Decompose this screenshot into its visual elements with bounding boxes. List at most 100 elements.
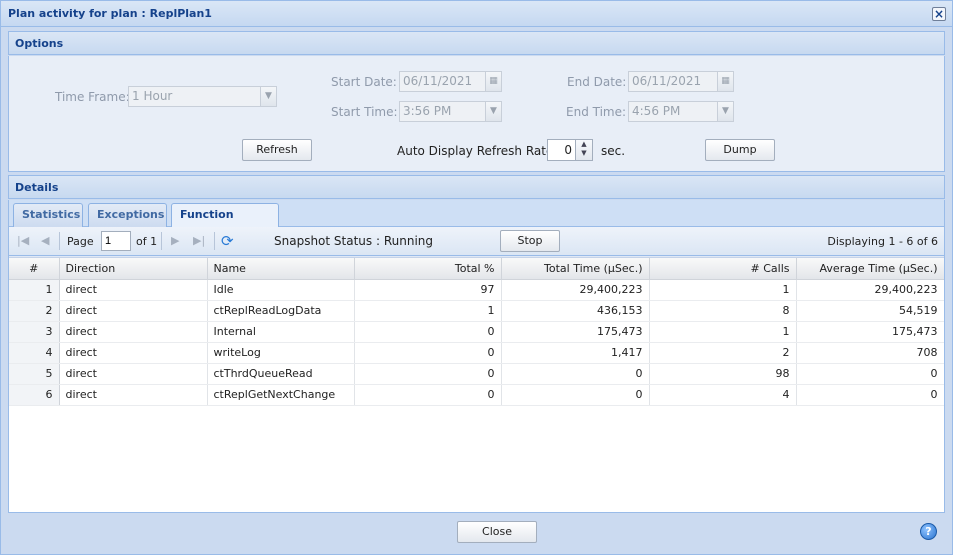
row-number: 1 xyxy=(9,279,60,301)
chevron-down-icon[interactable]: ▼ xyxy=(260,86,277,107)
cell-average-time: 0 xyxy=(796,363,944,385)
cell-total-time: 175,473 xyxy=(501,321,650,343)
cell-calls: 1 xyxy=(649,279,797,301)
col-header-index[interactable]: # xyxy=(9,258,60,280)
col-header-total-pct[interactable]: Total % xyxy=(354,258,502,280)
table-row[interactable]: 2 direct ctReplReadLogData 1 436,153 8 5… xyxy=(9,300,944,322)
last-page-icon[interactable]: ▶| xyxy=(193,234,205,247)
start-date-value: 06/11/2021 xyxy=(403,74,473,88)
spinner-arrows-icon[interactable]: ▲ ▼ xyxy=(575,140,592,160)
col-header-average-time[interactable]: Average Time (µSec.) xyxy=(796,258,944,280)
table-row[interactable]: 1 direct Idle 97 29,400,223 1 29,400,223 xyxy=(9,279,944,301)
snapshot-status: Snapshot Status : Running xyxy=(274,234,433,248)
col-header-name[interactable]: Name xyxy=(207,258,355,280)
cell-calls: 4 xyxy=(649,384,797,406)
next-page-icon[interactable]: ▶ xyxy=(171,234,179,247)
grid-header-row: # Direction Name Total % Total Time (µSe… xyxy=(9,258,944,280)
window-title: Plan activity for plan : ReplPlan1 xyxy=(8,7,212,20)
page-count: of 1 xyxy=(136,235,158,248)
start-time-select[interactable]: 3:56 PM ▼ xyxy=(399,101,502,122)
cell-total-pct: 0 xyxy=(354,384,502,406)
row-number: 6 xyxy=(9,384,60,406)
cell-total-pct: 97 xyxy=(354,279,502,301)
cell-calls: 1 xyxy=(649,321,797,343)
cell-direction: direct xyxy=(59,300,208,322)
cell-average-time: 29,400,223 xyxy=(796,279,944,301)
auto-refresh-spinner[interactable]: 0 ▲ ▼ xyxy=(547,139,593,161)
cell-average-time: 0 xyxy=(796,384,944,406)
cell-total-time: 0 xyxy=(501,363,650,385)
cell-total-time: 1,417 xyxy=(501,342,650,364)
end-date-value: 06/11/2021 xyxy=(632,74,702,88)
options-panel: Time Frame: 1 Hour ▼ Start Date: 06/11/2… xyxy=(8,56,945,172)
options-panel-header[interactable]: Options xyxy=(8,31,945,55)
plan-activity-window: Plan activity for plan : ReplPlan1 × Opt… xyxy=(0,0,953,555)
start-date-field[interactable]: 06/11/2021 ▦ xyxy=(399,71,502,92)
col-header-total-time[interactable]: Total Time (µSec.) xyxy=(501,258,650,280)
refresh-button[interactable]: Refresh xyxy=(242,139,312,161)
row-number: 4 xyxy=(9,342,60,364)
toolbar-separator xyxy=(214,232,215,250)
table-row[interactable]: 6 direct ctReplGetNextChange 0 0 4 0 xyxy=(9,384,944,406)
refresh-icon[interactable]: ⟳ xyxy=(221,232,234,250)
time-frame-select[interactable]: 1 Hour ▼ xyxy=(128,86,277,107)
cell-average-time: 708 xyxy=(796,342,944,364)
row-number: 5 xyxy=(9,363,60,385)
page-label: Page xyxy=(67,235,94,248)
time-frame-value: 1 Hour xyxy=(132,89,173,103)
time-frame-label: Time Frame: xyxy=(55,90,130,104)
details-panel-header[interactable]: Details xyxy=(8,175,945,199)
cell-total-time: 29,400,223 xyxy=(501,279,650,301)
cell-direction: direct xyxy=(59,384,208,406)
end-time-label: End Time: xyxy=(566,105,627,119)
row-number: 2 xyxy=(9,300,60,322)
end-time-select[interactable]: 4:56 PM ▼ xyxy=(628,101,734,122)
table-row[interactable]: 4 direct writeLog 0 1,417 2 708 xyxy=(9,342,944,364)
cell-average-time: 54,519 xyxy=(796,300,944,322)
details-header: Details xyxy=(15,181,59,194)
toolbar-separator xyxy=(59,232,60,250)
chevron-down-icon[interactable]: ▼ xyxy=(485,101,502,122)
prev-page-icon[interactable]: ◀ xyxy=(41,234,49,247)
end-date-field[interactable]: 06/11/2021 ▦ xyxy=(628,71,734,92)
start-time-label: Start Time: xyxy=(331,105,398,119)
table-row[interactable]: 5 direct ctThrdQueueRead 0 0 98 0 xyxy=(9,363,944,385)
auto-refresh-unit: sec. xyxy=(601,144,626,158)
tab-exceptions[interactable]: Exceptions xyxy=(88,203,167,227)
cell-name: writeLog xyxy=(207,342,355,364)
dump-button[interactable]: Dump xyxy=(705,139,775,161)
row-number: 3 xyxy=(9,321,60,343)
tab-statistics[interactable]: Statistics xyxy=(13,203,83,227)
col-header-calls[interactable]: # Calls xyxy=(649,258,797,280)
cell-total-time: 0 xyxy=(501,384,650,406)
cell-total-time: 436,153 xyxy=(501,300,650,322)
paging-toolbar: |◀ ◀ Page of 1 ▶ ▶| ⟳ Snapshot Status : … xyxy=(9,227,944,256)
col-header-direction[interactable]: Direction xyxy=(59,258,208,280)
first-page-icon[interactable]: |◀ xyxy=(17,234,29,247)
calendar-icon[interactable]: ▦ xyxy=(717,71,734,92)
cell-total-pct: 0 xyxy=(354,363,502,385)
cell-direction: direct xyxy=(59,342,208,364)
tab-function-timing[interactable]: Function Timing xyxy=(171,203,279,243)
chevron-down-icon[interactable]: ▼ xyxy=(717,101,734,122)
help-icon[interactable]: ? xyxy=(920,523,937,540)
table-row[interactable]: 3 direct Internal 0 175,473 1 175,473 xyxy=(9,321,944,343)
auto-refresh-value: 0 xyxy=(564,143,572,157)
calendar-icon[interactable]: ▦ xyxy=(485,71,502,92)
cell-name: Internal xyxy=(207,321,355,343)
cell-calls: 8 xyxy=(649,300,797,322)
close-icon[interactable]: × xyxy=(932,7,946,21)
end-time-value: 4:56 PM xyxy=(632,104,681,118)
start-time-value: 3:56 PM xyxy=(403,104,452,118)
function-timing-table: # Direction Name Total % Total Time (µSe… xyxy=(9,258,944,406)
cell-direction: direct xyxy=(59,279,208,301)
close-button[interactable]: Close xyxy=(457,521,537,543)
cell-name: Idle xyxy=(207,279,355,301)
options-header: Options xyxy=(15,37,64,50)
cell-name: ctReplGetNextChange xyxy=(207,384,355,406)
page-number-input[interactable] xyxy=(101,231,131,251)
stop-button[interactable]: Stop xyxy=(500,230,560,252)
window-titlebar[interactable]: Plan activity for plan : ReplPlan1 × xyxy=(1,1,952,27)
cell-total-pct: 1 xyxy=(354,300,502,322)
details-panel: Statistics Exceptions Function Timing |◀… xyxy=(8,200,945,513)
